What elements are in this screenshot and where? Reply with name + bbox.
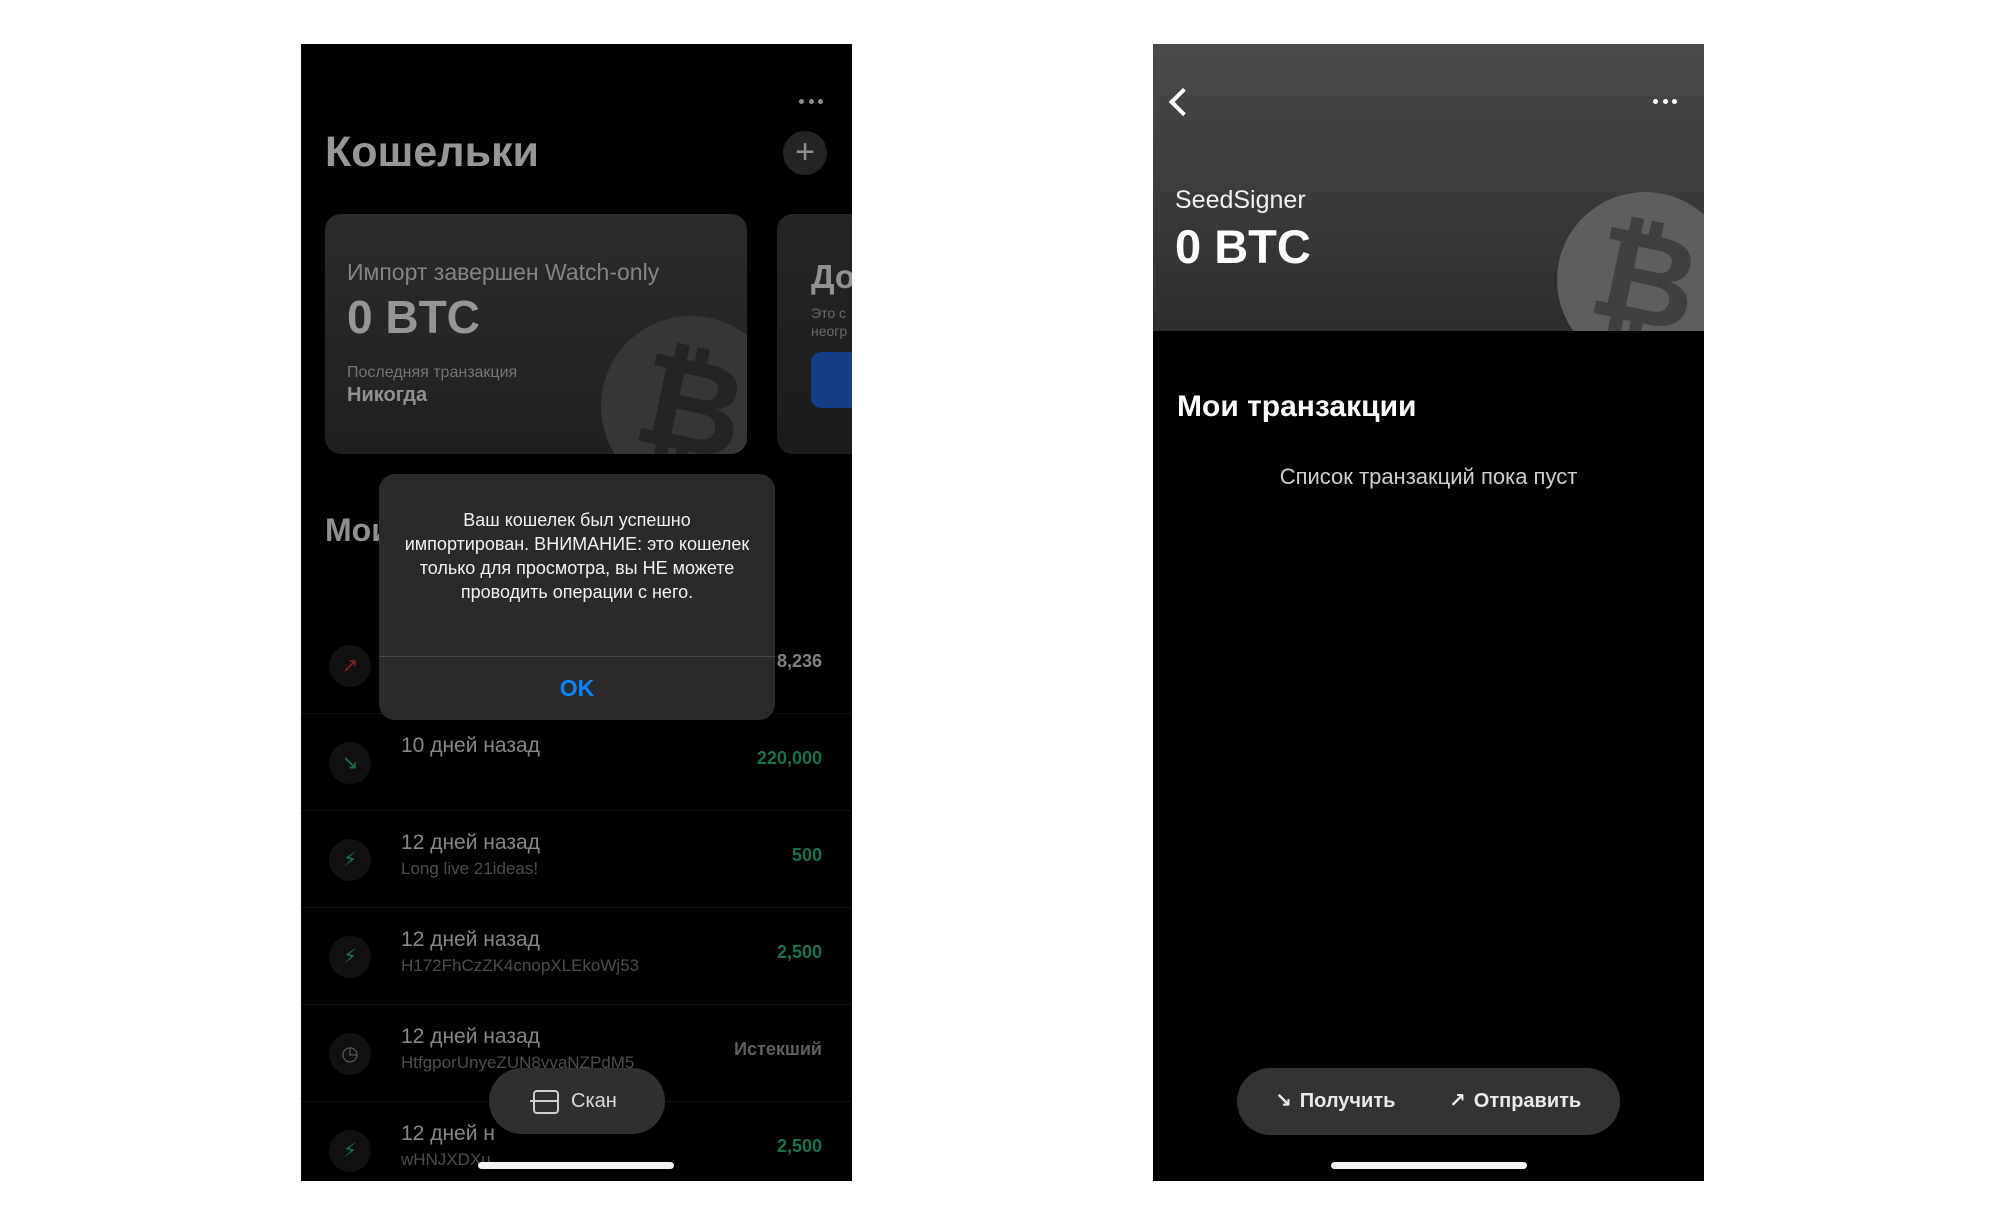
wallet-name: SeedSigner	[1175, 186, 1306, 214]
empty-transactions-text: Список транзакций пока пуст	[1279, 464, 1578, 489]
scan-button[interactable]: Скан	[489, 1068, 665, 1134]
action-bar: ↘ Получить ↗ Отправить	[1237, 1068, 1620, 1135]
ok-button[interactable]: OK	[379, 657, 775, 720]
receive-button[interactable]: ↘ Получить	[1275, 1068, 1395, 1135]
back-arrow-icon[interactable]	[1167, 80, 1193, 120]
send-label: Отправить	[1473, 1090, 1582, 1112]
import-alert-dialog: Ваш кошелек был успешно импортирован. ВН…	[379, 474, 775, 720]
home-indicator	[1331, 1162, 1527, 1169]
more-options-icon[interactable]	[1653, 91, 1677, 111]
wallets-screen: Кошельки + Импорт завершен Watch-only 0 …	[301, 44, 852, 1181]
send-button[interactable]: ↗ Отправить	[1449, 1068, 1581, 1135]
scan-icon	[530, 1090, 559, 1114]
wallet-balance: 0 BTC	[1175, 220, 1311, 273]
alert-message: Ваш кошелек был успешно импортирован. ВН…	[404, 510, 750, 602]
scan-label: Скан	[571, 1090, 617, 1112]
transactions-title: Мои транзакции	[1177, 390, 1417, 423]
arrow-down-right-icon: ↘	[1275, 1090, 1292, 1112]
receive-label: Получить	[1299, 1090, 1396, 1112]
home-indicator	[478, 1162, 674, 1169]
arrow-up-right-icon: ↗	[1449, 1090, 1466, 1112]
wallet-header: SeedSigner 0 BTC ₿	[1153, 44, 1704, 331]
bitcoin-logo-icon: ₿	[1540, 175, 1704, 331]
wallet-detail-screen: SeedSigner 0 BTC ₿ Мои транзакции Список…	[1153, 44, 1704, 1181]
